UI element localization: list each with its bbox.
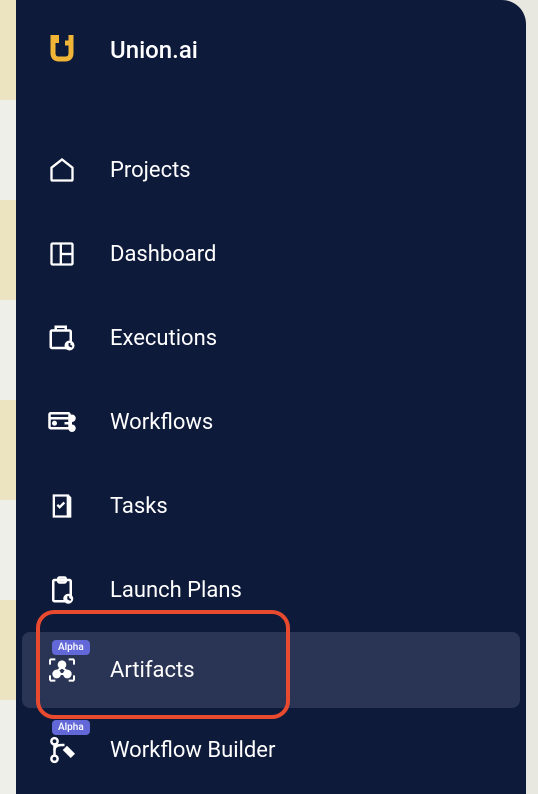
nav-label: Projects bbox=[110, 158, 191, 183]
nav-label: Workflow Builder bbox=[110, 738, 275, 763]
workflows-icon bbox=[44, 404, 80, 440]
sidebar-item-tasks[interactable]: Tasks bbox=[16, 464, 526, 548]
union-logo-icon bbox=[44, 32, 80, 68]
artifacts-icon: Alpha bbox=[44, 652, 80, 688]
page-background-strip bbox=[0, 0, 16, 794]
nav-label: Artifacts bbox=[110, 658, 195, 683]
sidebar-item-executions[interactable]: Executions bbox=[16, 296, 526, 380]
sidebar-item-artifacts[interactable]: Alpha Artifacts bbox=[22, 632, 520, 708]
sidebar-item-projects[interactable]: Projects bbox=[16, 128, 526, 212]
brand-label: Union.ai bbox=[110, 36, 198, 64]
launch-plans-icon bbox=[44, 572, 80, 608]
sidebar-item-workflows[interactable]: Workflows bbox=[16, 380, 526, 464]
nav-label: Workflows bbox=[110, 410, 213, 435]
home-icon bbox=[44, 152, 80, 188]
nav-label: Executions bbox=[110, 326, 217, 351]
tasks-icon bbox=[44, 488, 80, 524]
sidebar-item-launch-plans[interactable]: Launch Plans bbox=[16, 548, 526, 632]
executions-icon bbox=[44, 320, 80, 356]
nav-label: Launch Plans bbox=[110, 578, 242, 603]
alpha-badge: Alpha bbox=[52, 720, 90, 735]
sidebar-item-dashboard[interactable]: Dashboard bbox=[16, 212, 526, 296]
nav-label: Dashboard bbox=[110, 242, 216, 267]
sidebar: Union.ai Projects Dashboard bbox=[16, 0, 526, 794]
workflow-builder-icon: Alpha bbox=[44, 732, 80, 768]
dashboard-icon bbox=[44, 236, 80, 272]
brand[interactable]: Union.ai bbox=[16, 32, 526, 68]
nav-label: Tasks bbox=[110, 494, 168, 519]
sidebar-item-workflow-builder[interactable]: Alpha Workflow Builder bbox=[16, 708, 526, 792]
alpha-badge: Alpha bbox=[52, 640, 90, 655]
